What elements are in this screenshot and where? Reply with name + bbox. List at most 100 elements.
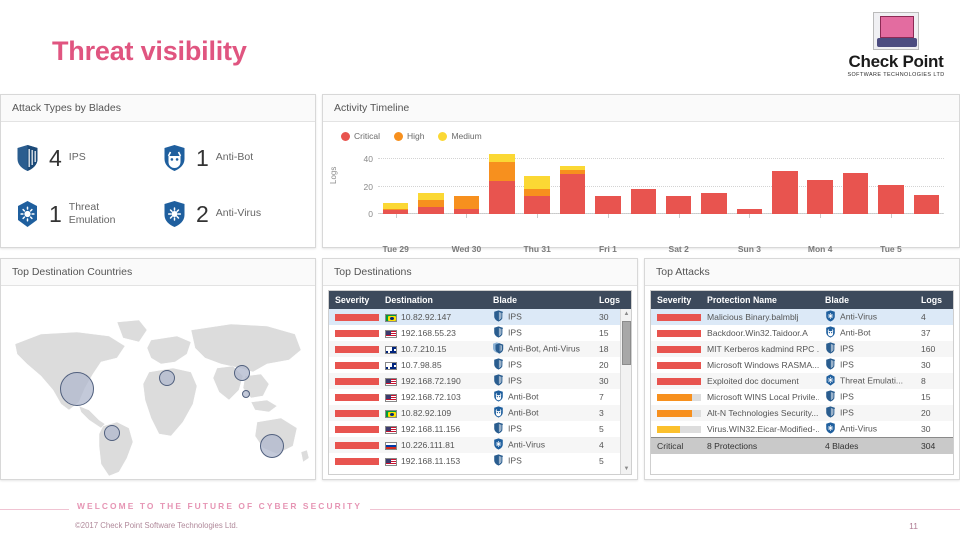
cell-blade: IPS — [819, 341, 915, 357]
table-row[interactable]: 10.226.111.81 Anti-Virus 4 — [329, 437, 631, 453]
flag-brazil-icon — [385, 313, 397, 322]
ips-shield-icon — [493, 358, 504, 372]
destinations-table: Severity Destination Blade Logs 10.82.92… — [329, 291, 631, 469]
table-row[interactable]: 192.168.55.23 IPS 15 — [329, 325, 631, 341]
legend-item-high[interactable]: High — [393, 131, 424, 141]
table-row[interactable]: Malicious Binary.balmblj Anti-Virus 4 — [651, 309, 953, 325]
map-bubble-brazil[interactable] — [104, 425, 120, 441]
scroll-up-icon[interactable]: ▲ — [621, 309, 632, 319]
table-row[interactable]: 192.168.11.156 IPS 5 — [329, 421, 631, 437]
chart-bar[interactable] — [489, 153, 515, 214]
cell-total-logs: 304 — [915, 436, 953, 454]
table-row[interactable]: Virus.WIN32.Eicar-Modified-... Anti-Virus… — [651, 421, 953, 437]
legend-item-medium[interactable]: Medium — [438, 131, 482, 141]
column-header-severity[interactable]: Severity — [329, 291, 379, 309]
severity-bar — [657, 314, 701, 322]
table-row[interactable]: MIT Kerberos kadmind RPC ... IPS 160 — [651, 341, 953, 357]
bar-segment-critical — [913, 194, 940, 214]
scroll-down-icon[interactable]: ▼ — [621, 464, 632, 474]
bar-segment-critical — [701, 193, 727, 214]
column-header-logs[interactable]: Logs — [915, 291, 953, 309]
chart-bar[interactable] — [842, 172, 869, 214]
blade-label: Anti-Bot — [215, 151, 254, 164]
chart-bar[interactable] — [701, 193, 727, 214]
blade-stat-threat-emulation[interactable]: 1 Threat Emulation — [15, 186, 162, 242]
table-row[interactable]: 192.168.72.190 IPS 30 — [329, 373, 631, 389]
chart-bar[interactable] — [807, 179, 833, 214]
ips-shield-icon — [493, 454, 504, 468]
cell-blade: IPS — [819, 357, 915, 373]
scrollbar-thumb[interactable] — [622, 321, 631, 365]
map-bubble-china[interactable] — [242, 390, 250, 398]
chart-bar[interactable] — [595, 196, 621, 214]
flag-australia-icon — [385, 361, 397, 370]
table-row[interactable]: Alt-N Technologies Security... IPS 20 — [651, 405, 953, 421]
chart-bar[interactable] — [772, 171, 798, 214]
panel-title: Top Attacks — [656, 266, 710, 278]
table-row[interactable]: Backdoor.Win32.Taidoor.A Anti-Bot 37 — [651, 325, 953, 341]
anti-virus-shield-icon — [825, 422, 836, 436]
cell-severity — [329, 437, 379, 453]
x-axis-tick-mark — [466, 214, 468, 218]
blade-stat-anti-bot[interactable]: 1 Anti-Bot — [162, 130, 309, 186]
chart-bar[interactable] — [559, 165, 586, 214]
panel-title: Top Destinations — [334, 266, 412, 278]
ips-shield-icon — [493, 310, 504, 324]
severity-bar — [657, 346, 701, 354]
panel-header: Top Destination Countries — [1, 259, 315, 286]
attack-types-by-blades-panel: Attack Types by Blades 4 IPS 1 Anti-Bot … — [0, 94, 316, 248]
chart-legend: Critical High Medium — [341, 131, 482, 141]
severity-bar-fill — [335, 362, 379, 370]
table-row[interactable]: 10.82.92.147 IPS 30 — [329, 309, 631, 325]
map-bubble-russia[interactable] — [234, 365, 250, 381]
cell-destination: 10.226.111.81 — [379, 437, 487, 453]
table-row[interactable]: 192.168.72.103 Anti-Bot 7 — [329, 389, 631, 405]
severity-bar-fill — [657, 394, 692, 402]
column-header-protection-name[interactable]: Protection Name — [701, 291, 819, 309]
column-header-destination[interactable]: Destination — [379, 291, 487, 309]
legend-item-critical[interactable]: Critical — [341, 131, 380, 141]
severity-bar-fill — [335, 426, 379, 434]
map-bubble-united-states[interactable] — [60, 372, 94, 406]
attacks-table-wrapper: Severity Protection Name Blade Logs Mali… — [650, 290, 954, 475]
chart-bar[interactable] — [524, 175, 550, 214]
cell-severity — [651, 357, 701, 373]
chart-bar[interactable] — [665, 196, 692, 214]
severity-bar — [657, 410, 701, 418]
map-bubble-europe[interactable] — [159, 370, 175, 386]
table-header-row: Severity Destination Blade Logs — [329, 291, 631, 309]
ips-shield-icon — [493, 326, 504, 340]
blade-stat-ips[interactable]: 4 IPS — [15, 130, 162, 186]
column-header-blade[interactable]: Blade — [819, 291, 915, 309]
column-header-logs[interactable]: Logs — [593, 291, 631, 309]
chart-bar[interactable] — [913, 194, 940, 214]
chart-bar[interactable] — [382, 203, 409, 214]
panel-body: Severity Protection Name Blade Logs Mali… — [645, 286, 959, 479]
table-row[interactable]: Microsoft Windows RASMA... IPS 30 — [651, 357, 953, 373]
chart-bar[interactable] — [453, 196, 480, 214]
logo-screen-shape — [880, 16, 914, 38]
map-bubble-australia[interactable] — [260, 434, 284, 458]
severity-bar-fill — [657, 378, 701, 386]
table-row[interactable]: 10.7.98.85 IPS 20 — [329, 357, 631, 373]
bar-segment-critical — [489, 181, 515, 214]
chart-bar[interactable] — [878, 185, 904, 214]
chart-bar[interactable] — [418, 193, 444, 214]
blade-stat-anti-virus[interactable]: 2 Anti-Virus — [162, 186, 309, 242]
world-map[interactable] — [1, 286, 315, 479]
chart-bar[interactable] — [630, 189, 657, 214]
table-row[interactable]: Microsoft WINS Local Privile... IPS 15 — [651, 389, 953, 405]
table-row[interactable]: 192.168.11.153 IPS 5 — [329, 453, 631, 469]
destinations-scrollbar[interactable]: ▲ ▼ — [620, 309, 631, 474]
anti-bot-shield-icon — [493, 406, 504, 420]
cell-severity — [329, 341, 379, 357]
chart-gridline: 40 — [364, 154, 944, 164]
bar-segment-critical — [418, 207, 444, 214]
table-row[interactable]: 10.82.92.109 Anti-Bot 3 — [329, 405, 631, 421]
cell-severity — [329, 389, 379, 405]
column-header-blade[interactable]: Blade — [487, 291, 593, 309]
table-row[interactable]: 10.7.210.15 Anti-Bot, Anti-Virus 18 — [329, 341, 631, 357]
table-row[interactable]: Exploited doc document Threat Emulati... 8 — [651, 373, 953, 389]
column-header-severity[interactable]: Severity — [651, 291, 701, 309]
bar-segment-high — [418, 200, 444, 208]
